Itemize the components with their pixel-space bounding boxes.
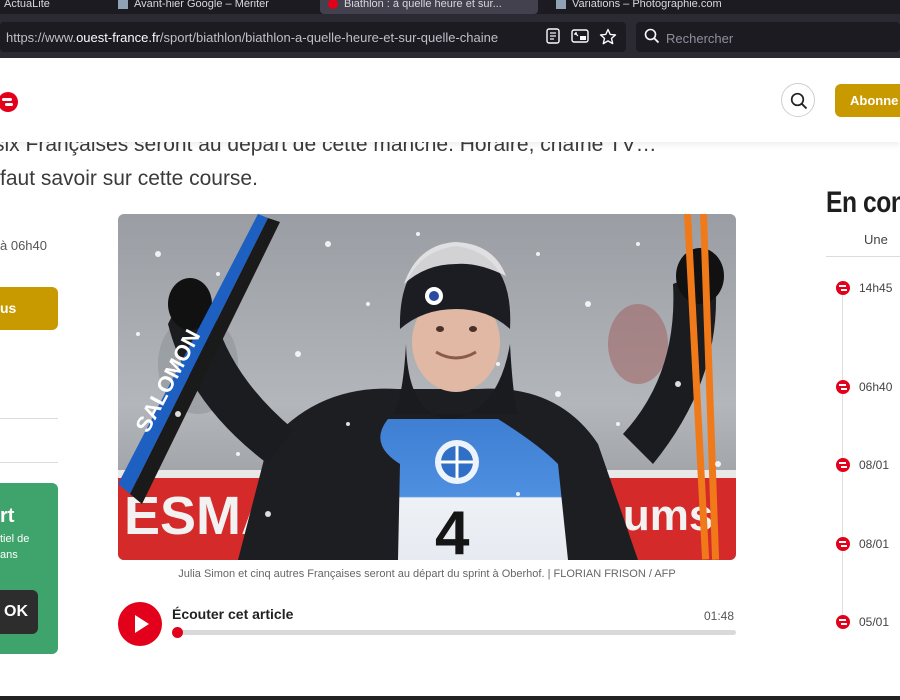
bookmark-star-icon[interactable] xyxy=(599,28,617,46)
reader-view-icon[interactable] xyxy=(544,28,562,46)
tab-favicon-icon xyxy=(328,0,338,9)
athlete-photo-image: ESMANN pums 4 SALOMON xyxy=(118,214,736,560)
consent-card-text: ans xyxy=(0,549,18,561)
tab-label: ActuaLite xyxy=(4,0,50,10)
photo-caption: Julia Simon et cinq autres Françaises se… xyxy=(178,568,676,580)
live-feed-time: 08/01 xyxy=(859,537,890,551)
listen-article-label: Écouter cet article xyxy=(172,606,294,622)
live-feed-time: 14h45 xyxy=(859,281,893,295)
live-feed-title: En cont xyxy=(826,186,900,219)
consent-card: rt tiel de ans OK xyxy=(0,483,58,654)
live-feed-time: 06h40 xyxy=(859,380,893,394)
search-placeholder: Rechercher xyxy=(666,31,734,46)
url-domain: ouest-france.fr xyxy=(76,30,160,45)
divider xyxy=(826,256,900,257)
live-feed-time: 08/01 xyxy=(859,458,890,472)
url-path: /sport/biathlon/biathlon-a-quelle-heure-… xyxy=(159,30,499,45)
ouest-france-logo-icon xyxy=(836,380,850,394)
browser-tab[interactable]: Variations – Photographie.com xyxy=(548,0,730,14)
browser-tab-strip: ActuaLite Avant-hier Google – Mériter Bi… xyxy=(0,0,900,14)
tab-favicon-icon xyxy=(118,0,128,9)
tab-label: Variations – Photographie.com xyxy=(572,0,722,10)
audio-progress-bar[interactable] xyxy=(172,627,736,638)
site-header: Abonne xyxy=(0,58,900,142)
search-icon xyxy=(790,92,808,110)
play-audio-button[interactable] xyxy=(118,602,162,646)
live-feed-tab[interactable]: Une xyxy=(864,232,888,247)
browser-tab[interactable]: Avant-hier Google – Mériter xyxy=(110,0,277,14)
ouest-france-logo-icon[interactable] xyxy=(0,92,18,112)
article-photo[interactable]: ESMANN pums 4 SALOMON xyxy=(118,214,736,560)
tab-label: Avant-hier Google – Mériter xyxy=(134,0,269,10)
site-search-button[interactable] xyxy=(781,83,815,117)
browser-tab-active[interactable]: Biathlon : à quelle heure et sur... xyxy=(320,0,538,14)
url-prefix: https://www. xyxy=(6,30,77,45)
ouest-france-logo-icon xyxy=(836,615,850,629)
divider xyxy=(0,462,58,463)
bib-number: 4 xyxy=(435,499,470,560)
subscribe-button[interactable]: Abonne xyxy=(835,84,900,117)
bottom-edge xyxy=(0,696,900,700)
ok-button[interactable]: OK xyxy=(0,590,38,634)
ouest-france-logo-icon xyxy=(836,537,850,551)
picture-in-picture-icon[interactable] xyxy=(571,28,589,46)
address-bar[interactable]: https://www.ouest-france.fr/sport/biathl… xyxy=(0,22,626,52)
consent-card-text: tiel de xyxy=(0,533,30,545)
search-icon xyxy=(644,28,660,44)
ouest-france-logo-icon xyxy=(836,458,850,472)
audio-duration: 01:48 xyxy=(704,609,735,623)
url-text[interactable]: https://www.ouest-france.fr/sport/biathl… xyxy=(6,30,536,45)
audio-progress-handle[interactable] xyxy=(172,627,183,638)
ouest-france-logo-icon xyxy=(836,281,850,295)
tab-favicon-icon xyxy=(556,0,566,9)
publish-time: à 06h40 xyxy=(0,238,47,253)
subscribe-cta-button[interactable]: us xyxy=(0,287,58,330)
consent-card-title: rt xyxy=(0,505,15,527)
tab-label: Biathlon : à quelle heure et sur... xyxy=(344,0,502,10)
article-lead-line: faut savoir sur cette course. xyxy=(0,167,258,190)
live-feed-time: 05/01 xyxy=(859,615,890,629)
browser-toolbar: https://www.ouest-france.fr/sport/biathl… xyxy=(0,14,900,58)
divider xyxy=(0,418,58,419)
browser-tab[interactable]: ActuaLite xyxy=(0,0,58,14)
browser-search-box[interactable]: Rechercher xyxy=(636,22,900,52)
